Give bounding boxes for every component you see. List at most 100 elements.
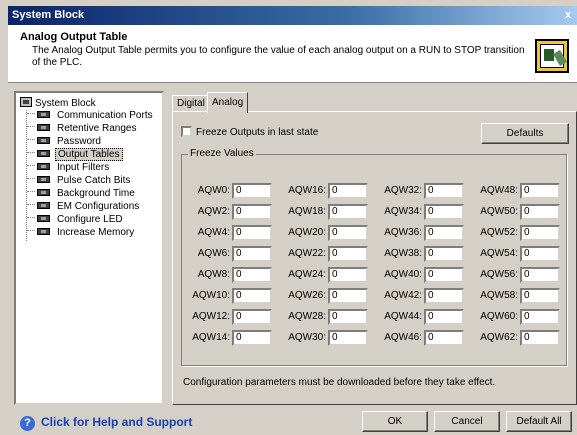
aqw-value-input[interactable]: 0: [232, 330, 272, 346]
aqw-label: AQW52:: [480, 227, 518, 238]
tree-item-label: Increase Memory: [57, 227, 135, 238]
aqw-value-input[interactable]: 0: [424, 288, 464, 304]
aqw-label: AQW54:: [480, 248, 518, 259]
aqw-value-input[interactable]: 0: [328, 225, 368, 241]
aqw-value-input[interactable]: 0: [328, 183, 368, 199]
analog-tab-panel: Freeze Outputs in last state Defaults Fr…: [172, 111, 577, 405]
aqw-value-input[interactable]: 0: [520, 288, 560, 304]
aqw-value-input[interactable]: 0: [232, 204, 272, 220]
aqw-value-input[interactable]: 0: [424, 309, 464, 325]
freeze-outputs-label: Freeze Outputs in last state: [196, 127, 319, 138]
freeze-value-entry: AQW44: 0: [382, 309, 466, 325]
tree-item-label: Background Time: [57, 188, 135, 199]
tree-item-em-configurations[interactable]: EM Configurations: [27, 201, 141, 213]
tree-item-background-time[interactable]: Background Time: [27, 188, 137, 200]
default-all-button[interactable]: Default All: [506, 411, 572, 432]
aqw-value-input[interactable]: 0: [424, 267, 464, 283]
aqw-label: AQW44:: [384, 311, 422, 322]
tree-item-pulse-catch-bits[interactable]: Pulse Catch Bits: [27, 175, 132, 187]
aqw-label: AQW40:: [384, 269, 422, 280]
aqw-value-input[interactable]: 0: [328, 204, 368, 220]
aqw-label: AQW56:: [480, 269, 518, 280]
module-icon: [37, 176, 50, 183]
aqw-label: AQW8:: [197, 269, 230, 280]
aqw-value-input[interactable]: 0: [520, 246, 560, 262]
aqw-value-input[interactable]: 0: [232, 225, 272, 241]
aqw-label: AQW42:: [384, 290, 422, 301]
aqw-label: AQW38:: [384, 248, 422, 259]
aqw-label: AQW22:: [288, 248, 326, 259]
aqw-value-input[interactable]: 0: [520, 225, 560, 241]
tree-item-output-tables[interactable]: Output Tables: [27, 148, 123, 161]
aqw-value-input[interactable]: 0: [328, 309, 368, 325]
tree-root-system-block[interactable]: System Block: [20, 97, 96, 109]
aqw-value-input[interactable]: 0: [424, 183, 464, 199]
cancel-button[interactable]: Cancel: [434, 411, 500, 432]
ok-button[interactable]: OK: [362, 411, 428, 432]
freeze-value-entry: AQW18: 0: [286, 204, 370, 220]
tab-analog[interactable]: Analog: [207, 92, 249, 113]
freeze-value-entry: AQW2: 0: [190, 204, 274, 220]
tree-item-increase-memory[interactable]: Increase Memory: [27, 227, 136, 239]
module-icon: [37, 163, 50, 170]
freeze-value-entry: AQW42: 0: [382, 288, 466, 304]
freeze-value-entry: AQW28: 0: [286, 309, 370, 325]
help-link-label: Click for Help and Support: [41, 415, 193, 429]
aqw-value-input[interactable]: 0: [424, 225, 464, 241]
tree-item-retentive-ranges[interactable]: Retentive Ranges: [27, 123, 139, 135]
freeze-value-entry: AQW54: 0: [478, 246, 562, 262]
freeze-value-entry: AQW6: 0: [190, 246, 274, 262]
aqw-value-input[interactable]: 0: [232, 183, 272, 199]
title-bar: System Block x: [8, 6, 577, 25]
aqw-value-input[interactable]: 0: [424, 204, 464, 220]
aqw-value-input[interactable]: 0: [232, 246, 272, 262]
freeze-outputs-checkbox[interactable]: [181, 126, 192, 137]
tree-item-label: Retentive Ranges: [57, 123, 137, 134]
aqw-value-input[interactable]: 0: [328, 288, 368, 304]
aqw-value-input[interactable]: 0: [232, 309, 272, 325]
freeze-values-label: Freeze Values: [188, 148, 256, 159]
aqw-label: AQW60:: [480, 311, 518, 322]
freeze-value-entry: AQW30: 0: [286, 330, 370, 346]
help-link[interactable]: ? Click for Help and Support: [20, 414, 193, 431]
header-description: The Analog Output Table permits you to c…: [32, 45, 525, 68]
freeze-value-entry: AQW14: 0: [190, 330, 274, 346]
aqw-value-input[interactable]: 0: [328, 267, 368, 283]
tab-digital[interactable]: Digital: [172, 95, 210, 112]
aqw-label: AQW26:: [288, 290, 326, 301]
aqw-value-input[interactable]: 0: [520, 330, 560, 346]
aqw-value-input[interactable]: 0: [328, 246, 368, 262]
tree-item-input-filters[interactable]: Input Filters: [27, 162, 111, 174]
tree-item-communication-ports[interactable]: Communication Ports: [27, 110, 155, 122]
aqw-value-input[interactable]: 0: [520, 267, 560, 283]
tree-item-password[interactable]: Password: [27, 136, 103, 148]
window-title: System Block: [12, 9, 85, 21]
aqw-value-input[interactable]: 0: [424, 246, 464, 262]
module-icon: [37, 189, 50, 196]
aqw-value-input[interactable]: 0: [520, 183, 560, 199]
tree-item-label: Pulse Catch Bits: [57, 175, 131, 186]
aqw-label: AQW20:: [288, 227, 326, 238]
dialog-footer: ? Click for Help and Support OK Cancel De…: [0, 408, 577, 435]
module-icon: [37, 111, 50, 118]
freeze-value-entry: AQW62: 0: [478, 330, 562, 346]
aqw-value-input[interactable]: 0: [232, 267, 272, 283]
freeze-value-entry: AQW36: 0: [382, 225, 466, 241]
freeze-outputs-option[interactable]: Freeze Outputs in last state: [181, 126, 318, 140]
aqw-label: AQW0:: [197, 185, 230, 196]
freeze-value-entry: AQW50: 0: [478, 204, 562, 220]
freeze-value-entry: AQW16: 0: [286, 183, 370, 199]
freeze-value-entry: AQW24: 0: [286, 267, 370, 283]
freeze-value-entry: AQW4: 0: [190, 225, 274, 241]
aqw-value-input[interactable]: 0: [520, 309, 560, 325]
close-icon[interactable]: x: [561, 8, 575, 22]
module-icon: [37, 215, 50, 222]
aqw-value-input[interactable]: 0: [520, 204, 560, 220]
freeze-value-entry: AQW46: 0: [382, 330, 466, 346]
aqw-value-input[interactable]: 0: [232, 288, 272, 304]
aqw-value-input[interactable]: 0: [424, 330, 464, 346]
aqw-value-input[interactable]: 0: [328, 330, 368, 346]
tree-item-configure-led[interactable]: Configure LED: [27, 214, 125, 226]
defaults-button[interactable]: Defaults: [481, 123, 569, 144]
aqw-label: AQW50:: [480, 206, 518, 217]
